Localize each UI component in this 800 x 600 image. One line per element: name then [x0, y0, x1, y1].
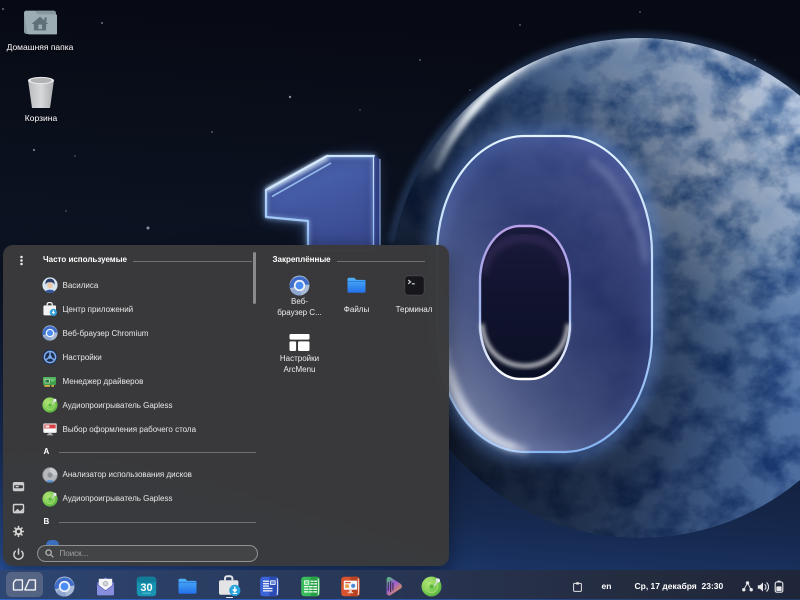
svg-text:30: 30	[140, 582, 152, 594]
